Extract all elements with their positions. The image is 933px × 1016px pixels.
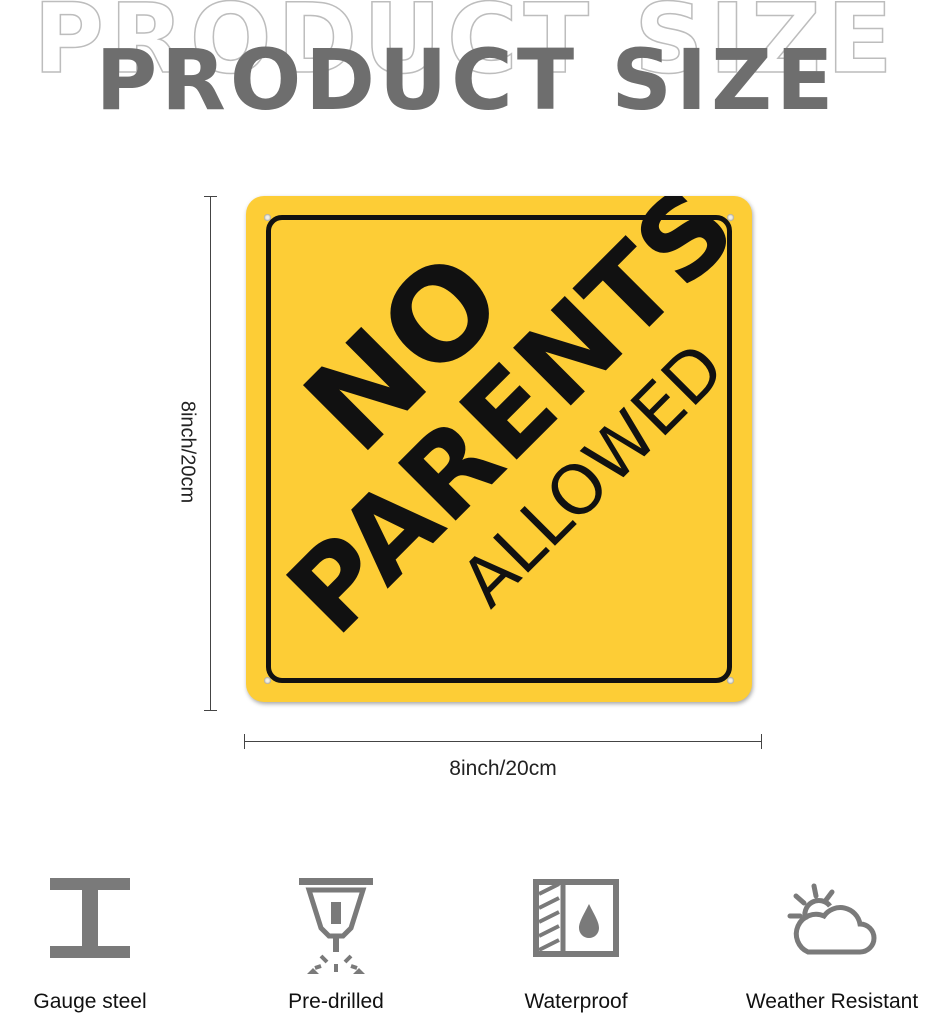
height-dimension-cap-top <box>204 196 217 197</box>
width-dimension-cap-right <box>761 734 762 749</box>
width-dimension-cap-left <box>244 734 245 749</box>
mount-hole <box>264 214 271 221</box>
feature-label: Pre-drilled <box>288 990 384 1013</box>
feature-label: Waterproof <box>524 990 628 1013</box>
weather-icon <box>787 883 877 955</box>
height-dimension-line <box>210 196 211 710</box>
page-title: PRODUCT SIZE <box>95 31 838 129</box>
sign-image: NO PARENTS ALLOWED <box>246 196 752 702</box>
mount-hole <box>727 214 734 221</box>
drill-icon <box>299 878 373 974</box>
mount-hole <box>264 677 271 684</box>
width-dimension-line <box>244 741 762 742</box>
width-dimension-label: 8inch/20cm <box>449 757 557 780</box>
height-dimension-cap-bottom <box>204 710 217 711</box>
mount-hole <box>727 677 734 684</box>
waterproof-icon <box>533 879 619 957</box>
feature-label: Weather Resistant <box>745 990 919 1013</box>
feature-label: Gauge steel <box>33 990 147 1013</box>
steel-beam-icon <box>50 878 130 958</box>
